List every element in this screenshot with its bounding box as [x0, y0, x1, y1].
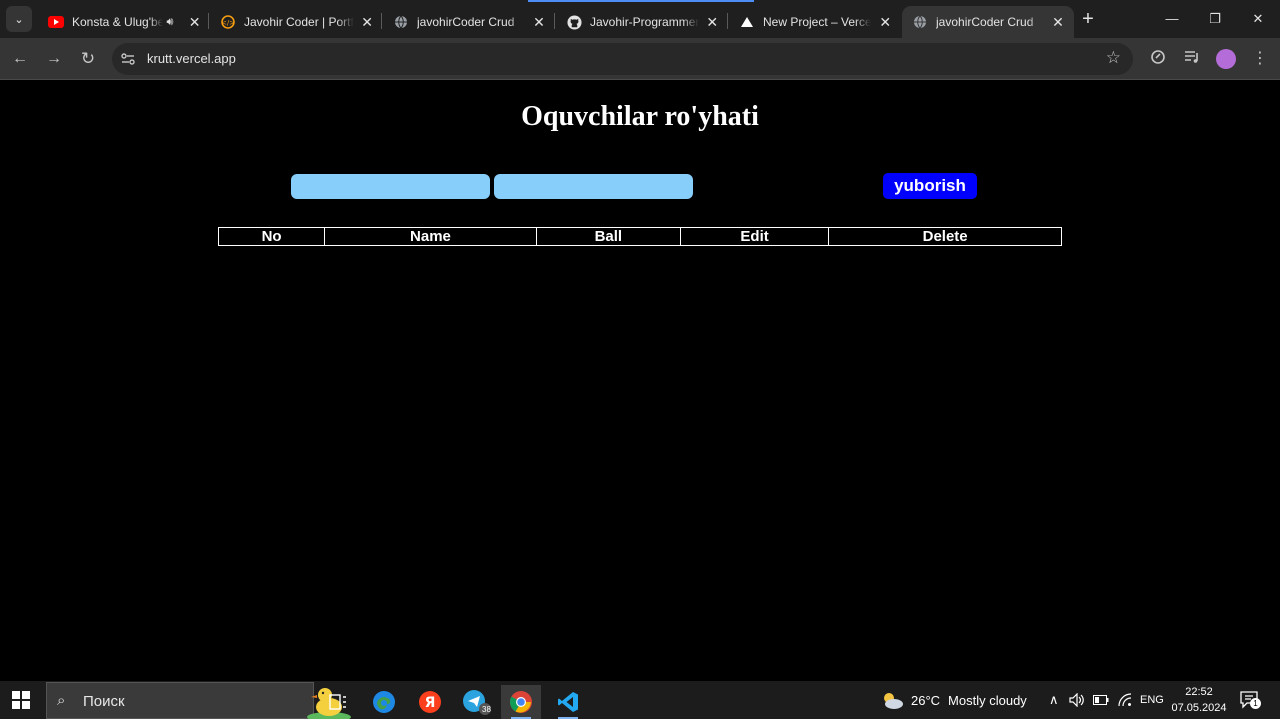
tab-title: javohirCoder Crud	[417, 15, 515, 29]
forward-button[interactable]: →	[42, 47, 66, 71]
column-header-name: Name	[324, 227, 537, 246]
table-body	[219, 246, 1062, 261]
youtube-icon	[48, 14, 64, 30]
close-tab-icon[interactable]: ✕	[1050, 14, 1066, 30]
tab-vercel[interactable]: New Project – Vercel ✕	[729, 6, 901, 38]
minimize-button[interactable]: —	[1160, 8, 1184, 30]
table-header-row: No Name Ball Edit Delete	[217, 227, 1062, 246]
menu-kebab-icon[interactable]: ⋮	[1250, 49, 1270, 69]
column-header-ball: Ball	[535, 227, 681, 246]
tab-portfolio[interactable]: </> Javohir Coder | Portfolio ✕	[210, 6, 382, 38]
clock-date: 07.05.2024	[1171, 702, 1227, 714]
search-icon: ⌕	[57, 692, 66, 709]
wifi-icon[interactable]	[1117, 681, 1133, 719]
vercel-icon	[739, 14, 755, 30]
search-placeholder: Поиск	[83, 693, 125, 710]
ball-input[interactable]	[494, 174, 693, 199]
page-title: Oquvchilar ro'yhati	[521, 101, 759, 132]
close-tab-icon[interactable]: ✕	[360, 14, 374, 30]
new-tab-button[interactable]: +	[1076, 8, 1100, 32]
submit-button[interactable]: yuborish	[883, 173, 977, 199]
url-text: krutt.vercel.app	[147, 51, 236, 66]
weather-widget[interactable]: 26°C Mostly cloudy	[880, 681, 1027, 719]
system-clock[interactable]: 22:52 07.05.2024	[1166, 684, 1232, 716]
tab-loading-indicator	[528, 0, 754, 2]
reload-button[interactable]: ↻	[76, 47, 100, 71]
battery-icon[interactable]	[1093, 681, 1109, 719]
tab-search-button[interactable]: ⌄	[6, 6, 32, 32]
edge-icon[interactable]	[364, 685, 404, 719]
site-settings-icon[interactable]	[120, 51, 136, 67]
tab-github[interactable]: Javohir-Programmer/ ✕	[556, 6, 728, 38]
notification-center-icon[interactable]: 1	[1240, 691, 1261, 709]
back-button[interactable]: ←	[8, 47, 32, 71]
chrome-icon[interactable]	[501, 685, 541, 719]
clock-time: 22:52	[1185, 686, 1213, 698]
github-icon	[566, 14, 582, 30]
taskbar-search[interactable]: ⌕ Поиск	[46, 682, 351, 719]
telegram-unread-badge: 38	[482, 705, 491, 714]
close-tab-icon[interactable]: ✕	[187, 14, 202, 30]
tab-crud[interactable]: javohirCoder Crud ✕	[383, 6, 555, 38]
vscode-icon[interactable]	[548, 685, 588, 719]
browser-toolbar: ← → ↻ krutt.vercel.app ☆ ⋮	[0, 38, 1280, 80]
portfolio-icon: </>	[220, 14, 236, 30]
tab-strip: ⌄ Konsta & Ulug'bek 🔊︎ ✕ </> Javohir Cod…	[0, 0, 1280, 38]
telegram-icon[interactable]: 38	[456, 685, 496, 719]
taskbar: ⌕ Поиск Я 38 26°C Mostly cloudy ∧ ENG 22…	[0, 681, 1280, 719]
windows-start-icon[interactable]	[12, 691, 30, 709]
close-tab-icon[interactable]: ✕	[705, 14, 720, 30]
column-header-edit: Edit	[679, 227, 830, 246]
cloudy-weather-icon	[884, 693, 903, 709]
tab-title: Javohir Coder | Portfolio	[244, 15, 354, 29]
page-content: Oquvchilar ro'yhati yuborish No Name Bal…	[0, 81, 1280, 681]
tab-divider	[208, 13, 209, 29]
column-header-no: No	[217, 227, 326, 246]
weather-temperature: 26°C	[911, 692, 941, 708]
column-header-delete: Delete	[828, 227, 1062, 246]
profile-avatar[interactable]	[1216, 49, 1236, 69]
svg-text:Я: Я	[425, 695, 436, 711]
close-tab-icon[interactable]: ✕	[877, 14, 893, 30]
name-input[interactable]	[291, 174, 490, 199]
tab-title: javohirCoder Crud	[936, 15, 1034, 29]
globe-icon	[393, 14, 409, 30]
language-indicator[interactable]: ENG	[1140, 681, 1164, 719]
tab-divider	[554, 13, 555, 29]
notification-count: 1	[1250, 698, 1261, 709]
bookmark-star-icon[interactable]: ☆	[1106, 48, 1121, 68]
restore-button[interactable]: ❐	[1203, 8, 1227, 30]
yandex-browser-icon[interactable]: Я	[410, 685, 450, 719]
globe-icon	[912, 14, 928, 30]
tab-divider	[727, 13, 728, 29]
svg-text:</>: </>	[221, 19, 235, 27]
tab-title: New Project – Vercel	[763, 15, 872, 29]
tab-title: Konsta & Ulug'bek	[72, 15, 163, 29]
media-control-icon[interactable]	[1182, 49, 1202, 69]
extension-icon[interactable]	[1148, 49, 1168, 69]
speaker-icon[interactable]: 🔊︎	[167, 16, 182, 29]
address-bar[interactable]: krutt.vercel.app ☆	[112, 43, 1133, 75]
close-window-button[interactable]: ✕	[1246, 8, 1270, 30]
tab-crud-active[interactable]: javohirCoder Crud ✕	[902, 6, 1074, 38]
tab-title: Javohir-Programmer/	[590, 15, 699, 29]
weather-condition: Mostly cloudy	[948, 692, 1027, 708]
volume-icon[interactable]	[1069, 681, 1085, 719]
students-table: No Name Ball Edit Delete	[217, 227, 1062, 261]
tab-youtube[interactable]: Konsta & Ulug'bek 🔊︎ ✕	[38, 6, 210, 38]
show-hidden-icons-chevron[interactable]: ∧	[1049, 681, 1059, 719]
tab-divider	[381, 13, 382, 29]
task-view-icon[interactable]	[318, 685, 358, 719]
close-tab-icon[interactable]: ✕	[531, 14, 547, 30]
